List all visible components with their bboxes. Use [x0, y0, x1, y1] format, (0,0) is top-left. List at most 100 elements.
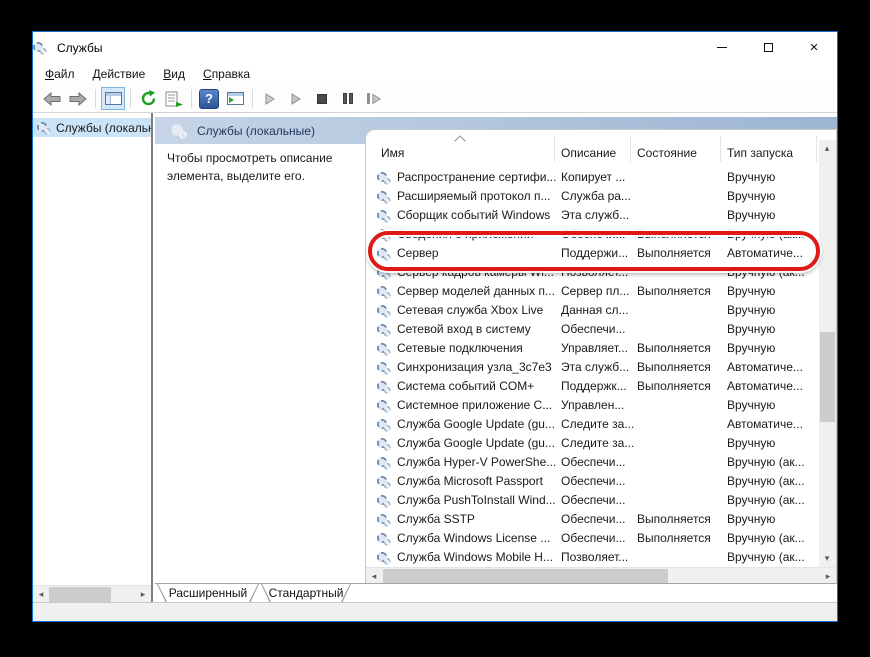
services-node-icon	[37, 121, 51, 134]
service-row[interactable]: Сетевые подключенияУправляет...Выполняет…	[366, 339, 821, 358]
service-row[interactable]: Служба Google Update (gu...Следите за...…	[366, 415, 821, 434]
restart-service-button[interactable]	[362, 87, 386, 110]
column-header-description[interactable]: Описание	[561, 146, 616, 160]
vertical-scrollbar[interactable]: ▴ ▾	[819, 140, 836, 567]
service-description: Управляет...	[561, 341, 635, 355]
service-row[interactable]: Служба Windows Mobile H...Позволяет...Вр…	[366, 548, 821, 567]
tree-horizontal-scrollbar[interactable]: ◂ ▸	[33, 585, 151, 602]
show-properties-button[interactable]	[223, 87, 247, 110]
export-list-button[interactable]	[162, 87, 186, 110]
service-status: Выполняется	[637, 246, 725, 260]
maximize-button[interactable]	[745, 32, 791, 62]
minimize-button[interactable]	[699, 32, 745, 62]
services-panel: Службы (локальные) Чтобы просмотреть опи…	[155, 113, 837, 602]
column-divider[interactable]	[554, 136, 555, 162]
horizontal-scrollbar[interactable]: ◂ ▸	[366, 567, 836, 584]
service-name: Служба Google Update (gu...	[397, 436, 559, 450]
start-service-button[interactable]	[258, 87, 282, 110]
maximize-icon	[764, 43, 773, 52]
service-row[interactable]: Сборщик событий WindowsЭта служб...Вручн…	[366, 206, 821, 225]
service-startup-type: Вручную (ак...	[727, 531, 821, 545]
stop-service-button[interactable]	[310, 87, 334, 110]
forward-arrow-icon	[69, 92, 87, 106]
service-name: Сетевая служба Xbox Live	[397, 303, 559, 317]
stop-icon	[317, 94, 327, 104]
service-startup-type: Вручную (ак...	[727, 227, 821, 241]
service-name: Служба Google Update (gu...	[397, 417, 559, 431]
service-gear-icon	[377, 475, 391, 488]
service-row[interactable]: Сетевой вход в системуОбеспечи...Вручную	[366, 320, 821, 339]
scroll-up-icon[interactable]: ▴	[819, 140, 835, 157]
scroll-right-icon[interactable]: ▸	[135, 586, 151, 602]
panel-header-icon	[171, 123, 187, 138]
service-row[interactable]: Сервер кадров камеры Wi...Позволяет...Вр…	[366, 263, 821, 282]
service-row[interactable]: Служба Windows License ...Обеспечи...Вып…	[366, 529, 821, 548]
service-row[interactable]: Система событий COM+Поддержк...Выполняет…	[366, 377, 821, 396]
menu-action[interactable]: Действие	[84, 65, 155, 83]
resume-service-button[interactable]	[284, 87, 308, 110]
column-divider[interactable]	[720, 136, 721, 162]
scrollbar-thumb[interactable]	[383, 569, 668, 584]
column-divider[interactable]	[630, 136, 631, 162]
service-startup-type: Вручную	[727, 208, 821, 222]
service-row[interactable]: Системное приложение C...Управлен...Вруч…	[366, 396, 821, 415]
service-row[interactable]: Служба Hyper-V PowerShe...Обеспечи...Вру…	[366, 453, 821, 472]
service-row[interactable]: Сетевая служба Xbox LiveДанная сл...Вруч…	[366, 301, 821, 320]
column-header-name[interactable]: Имя	[381, 146, 404, 160]
service-gear-icon	[377, 342, 391, 355]
refresh-button[interactable]	[136, 87, 160, 110]
service-status: Выполняется	[637, 512, 725, 526]
scroll-left-icon[interactable]: ◂	[33, 586, 49, 602]
tab-standard[interactable]: Стандартный	[261, 584, 351, 603]
service-name: Сервер	[397, 246, 559, 260]
title-bar[interactable]: Службы ×	[33, 32, 837, 63]
service-status: Выполняется	[637, 284, 725, 298]
back-button[interactable]	[40, 87, 64, 110]
scrollbar-thumb[interactable]	[49, 587, 111, 602]
service-gear-icon	[377, 456, 391, 469]
service-row[interactable]: Служба Microsoft PassportОбеспечи...Вруч…	[366, 472, 821, 491]
column-divider[interactable]	[816, 136, 817, 162]
services-rows: Распространение сертифи...Копирует ...Вр…	[366, 168, 821, 567]
service-row[interactable]: Расширяемый протокол п...Служба ра...Вру…	[366, 187, 821, 206]
service-row[interactable]: Служба PushToInstall Wind...Обеспечи...В…	[366, 491, 821, 510]
play-icon	[264, 93, 276, 105]
service-row[interactable]: Синхронизация узла_3c7e3Эта служб...Выпо…	[366, 358, 821, 377]
service-gear-icon	[377, 171, 391, 184]
service-row[interactable]: Служба SSTPОбеспечи...ВыполняетсяВручную	[366, 510, 821, 529]
forward-button[interactable]	[66, 87, 90, 110]
tree-item-services-local[interactable]: Службы (локальные)	[33, 118, 151, 137]
service-description: Обеспечи...	[561, 455, 635, 469]
service-name: Служба Windows License ...	[397, 531, 559, 545]
toolbar-separator	[191, 89, 192, 108]
tab-extended[interactable]: Расширенный	[157, 584, 259, 603]
service-startup-type: Вручную	[727, 512, 821, 526]
service-description: Обеспечи...	[561, 227, 635, 241]
service-gear-icon	[377, 247, 391, 260]
service-row[interactable]: Распространение сертифи...Копирует ...Вр…	[366, 168, 821, 187]
service-row[interactable]: Сервер моделей данных п...Сервер пл...Вы…	[366, 282, 821, 301]
column-header-status[interactable]: Состояние	[637, 146, 697, 160]
pause-service-button[interactable]	[336, 87, 360, 110]
status-bar	[33, 602, 837, 621]
service-row[interactable]: СерверПоддержи...ВыполняетсяАвтоматиче..…	[366, 244, 821, 263]
menu-file[interactable]: Файл	[36, 65, 84, 83]
service-row[interactable]: Сведения о приложенииОбеспечи...Выполняе…	[366, 225, 821, 244]
scrollbar-thumb[interactable]	[820, 332, 835, 422]
help-button[interactable]: ?	[197, 87, 221, 110]
scroll-down-icon[interactable]: ▾	[819, 550, 835, 567]
column-header-startup-type[interactable]: Тип запуска	[727, 146, 793, 160]
service-gear-icon	[377, 513, 391, 526]
close-button[interactable]: ×	[791, 32, 837, 62]
pause-icon	[343, 93, 353, 104]
menu-view[interactable]: Вид	[154, 65, 194, 83]
service-startup-type: Вручную (ак...	[727, 455, 821, 469]
back-arrow-icon	[43, 92, 61, 106]
service-startup-type: Вручную	[727, 341, 821, 355]
show-console-tree-button[interactable]	[101, 87, 125, 110]
console-tree-panel: Службы (локальные) ◂ ▸	[33, 113, 153, 602]
menu-help[interactable]: Справка	[194, 65, 259, 83]
sort-ascending-icon[interactable]	[454, 135, 465, 146]
service-row[interactable]: Служба Google Update (gu...Следите за...…	[366, 434, 821, 453]
service-startup-type: Вручную	[727, 189, 821, 203]
